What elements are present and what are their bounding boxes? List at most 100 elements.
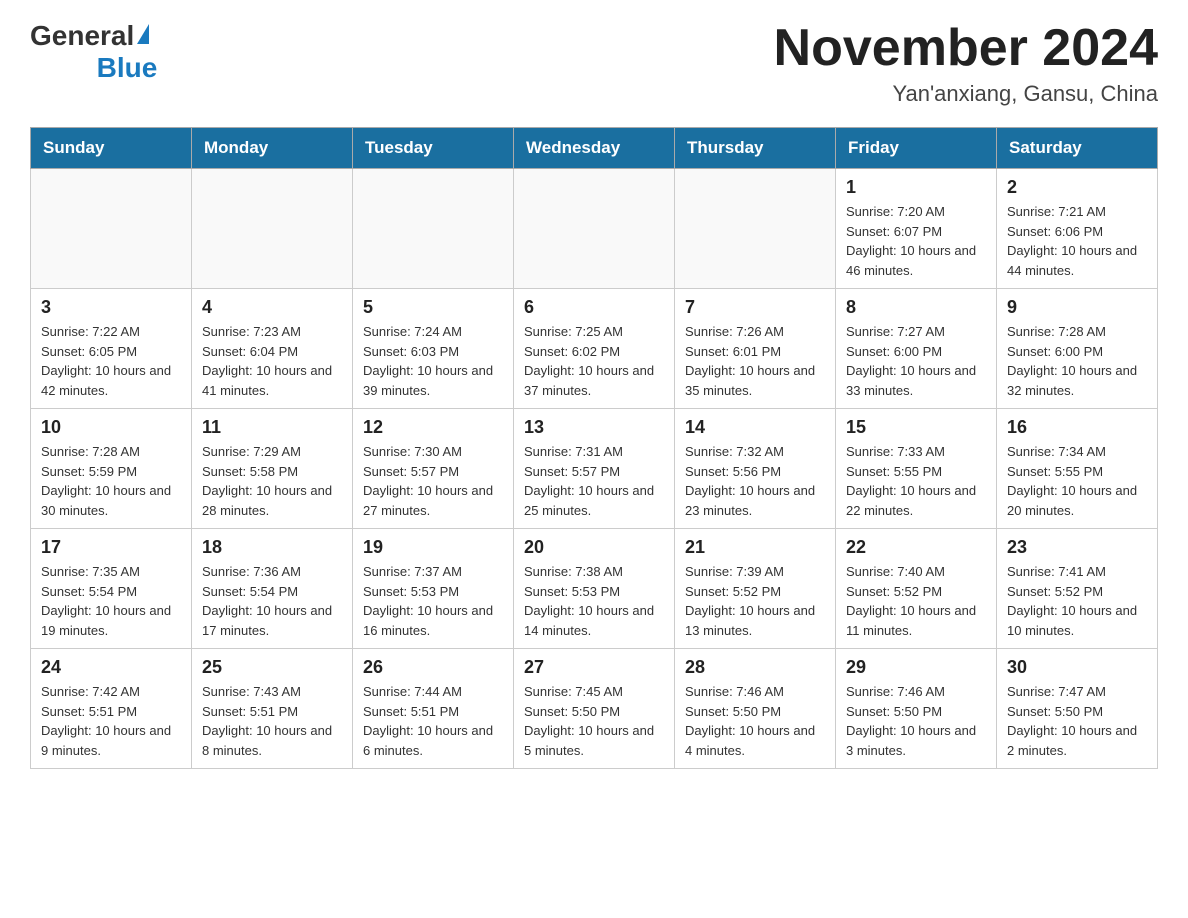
calendar-cell: 5Sunrise: 7:24 AM Sunset: 6:03 PM Daylig… xyxy=(353,289,514,409)
day-number: 10 xyxy=(41,417,181,438)
day-info: Sunrise: 7:25 AM Sunset: 6:02 PM Dayligh… xyxy=(524,322,664,400)
day-info: Sunrise: 7:31 AM Sunset: 5:57 PM Dayligh… xyxy=(524,442,664,520)
day-number: 1 xyxy=(846,177,986,198)
calendar-cell: 23 Sunrise: 7:41 AM Sunset: 5:52 PM Dayli… xyxy=(997,529,1158,649)
calendar-cell: 29 Sunrise: 7:46 AM Sunset: 5:50 PM Dayli… xyxy=(836,649,997,769)
day-info: Sunrise: 7:38 AM Sunset: 5:53 PM Dayligh… xyxy=(524,562,664,640)
day-number: 22 xyxy=(846,537,986,558)
day-info: Sunrise: 7:27 AM Sunset: 6:00 PM Dayligh… xyxy=(846,322,986,400)
calendar-cell: 14Sunrise: 7:32 AM Sunset: 5:56 PM Dayli… xyxy=(675,409,836,529)
calendar-header-row: Sunday Monday Tuesday Wednesday Thursday… xyxy=(31,128,1158,169)
calendar-cell: 3 Sunrise: 7:22 AM Sunset: 6:05 PM Daylig… xyxy=(31,289,192,409)
col-tuesday: Tuesday xyxy=(353,128,514,169)
day-number: 2 xyxy=(1007,177,1147,198)
calendar-week-row: 24 Sunrise: 7:42 AM Sunset: 5:51 PM Dayli… xyxy=(31,649,1158,769)
calendar-cell: 24 Sunrise: 7:42 AM Sunset: 5:51 PM Dayli… xyxy=(31,649,192,769)
calendar-cell: 25 Sunrise: 7:43 AM Sunset: 5:51 PM Dayli… xyxy=(192,649,353,769)
calendar-cell xyxy=(31,169,192,289)
day-info: Sunrise: 7:29 AM Sunset: 5:58 PM Dayligh… xyxy=(202,442,342,520)
day-info: Sunrise: 7:21 AM Sunset: 6:06 PM Dayligh… xyxy=(1007,202,1147,280)
col-wednesday: Wednesday xyxy=(514,128,675,169)
day-number: 12 xyxy=(363,417,503,438)
calendar-cell: 6 Sunrise: 7:25 AM Sunset: 6:02 PM Daylig… xyxy=(514,289,675,409)
calendar-cell: 4 Sunrise: 7:23 AM Sunset: 6:04 PM Daylig… xyxy=(192,289,353,409)
day-number: 8 xyxy=(846,297,986,318)
day-info: Sunrise: 7:26 AM Sunset: 6:01 PM Dayligh… xyxy=(685,322,825,400)
calendar-table: Sunday Monday Tuesday Wednesday Thursday… xyxy=(30,127,1158,769)
day-number: 29 xyxy=(846,657,986,678)
calendar-cell: 22 Sunrise: 7:40 AM Sunset: 5:52 PM Dayli… xyxy=(836,529,997,649)
day-info: Sunrise: 7:30 AM Sunset: 5:57 PM Dayligh… xyxy=(363,442,503,520)
day-info: Sunrise: 7:37 AM Sunset: 5:53 PM Dayligh… xyxy=(363,562,503,640)
col-friday: Friday xyxy=(836,128,997,169)
calendar-cell: 19 Sunrise: 7:37 AM Sunset: 5:53 PM Dayli… xyxy=(353,529,514,649)
location-text: Yan'anxiang, Gansu, China xyxy=(774,81,1158,107)
day-number: 7 xyxy=(685,297,825,318)
day-number: 23 xyxy=(1007,537,1147,558)
day-info: Sunrise: 7:28 AM Sunset: 6:00 PM Dayligh… xyxy=(1007,322,1147,400)
day-info: Sunrise: 7:46 AM Sunset: 5:50 PM Dayligh… xyxy=(846,682,986,760)
day-info: Sunrise: 7:33 AM Sunset: 5:55 PM Dayligh… xyxy=(846,442,986,520)
calendar-cell: 21 Sunrise: 7:39 AM Sunset: 5:52 PM Dayli… xyxy=(675,529,836,649)
day-info: Sunrise: 7:35 AM Sunset: 5:54 PM Dayligh… xyxy=(41,562,181,640)
calendar-cell: 10 Sunrise: 7:28 AM Sunset: 5:59 PM Dayli… xyxy=(31,409,192,529)
day-info: Sunrise: 7:39 AM Sunset: 5:52 PM Dayligh… xyxy=(685,562,825,640)
day-info: Sunrise: 7:28 AM Sunset: 5:59 PM Dayligh… xyxy=(41,442,181,520)
logo-blue-text: Blue xyxy=(38,52,157,84)
calendar-cell: 15 Sunrise: 7:33 AM Sunset: 5:55 PM Dayli… xyxy=(836,409,997,529)
calendar-cell: 20Sunrise: 7:38 AM Sunset: 5:53 PM Dayli… xyxy=(514,529,675,649)
calendar-cell: 18Sunrise: 7:36 AM Sunset: 5:54 PM Dayli… xyxy=(192,529,353,649)
day-info: Sunrise: 7:44 AM Sunset: 5:51 PM Dayligh… xyxy=(363,682,503,760)
day-info: Sunrise: 7:42 AM Sunset: 5:51 PM Dayligh… xyxy=(41,682,181,760)
day-info: Sunrise: 7:43 AM Sunset: 5:51 PM Dayligh… xyxy=(202,682,342,760)
day-info: Sunrise: 7:24 AM Sunset: 6:03 PM Dayligh… xyxy=(363,322,503,400)
day-info: Sunrise: 7:41 AM Sunset: 5:52 PM Dayligh… xyxy=(1007,562,1147,640)
day-number: 19 xyxy=(363,537,503,558)
day-info: Sunrise: 7:34 AM Sunset: 5:55 PM Dayligh… xyxy=(1007,442,1147,520)
day-number: 9 xyxy=(1007,297,1147,318)
day-number: 3 xyxy=(41,297,181,318)
calendar-cell: 11 Sunrise: 7:29 AM Sunset: 5:58 PM Dayli… xyxy=(192,409,353,529)
day-info: Sunrise: 7:46 AM Sunset: 5:50 PM Dayligh… xyxy=(685,682,825,760)
day-number: 26 xyxy=(363,657,503,678)
calendar-cell: 17 Sunrise: 7:35 AM Sunset: 5:54 PM Dayli… xyxy=(31,529,192,649)
day-number: 11 xyxy=(202,417,342,438)
day-number: 21 xyxy=(685,537,825,558)
calendar-week-row: 10 Sunrise: 7:28 AM Sunset: 5:59 PM Dayli… xyxy=(31,409,1158,529)
day-number: 27 xyxy=(524,657,664,678)
day-info: Sunrise: 7:32 AM Sunset: 5:56 PM Dayligh… xyxy=(685,442,825,520)
day-number: 28 xyxy=(685,657,825,678)
calendar-cell: 7 Sunrise: 7:26 AM Sunset: 6:01 PM Daylig… xyxy=(675,289,836,409)
day-info: Sunrise: 7:40 AM Sunset: 5:52 PM Dayligh… xyxy=(846,562,986,640)
col-thursday: Thursday xyxy=(675,128,836,169)
calendar-cell xyxy=(192,169,353,289)
calendar-cell xyxy=(675,169,836,289)
col-saturday: Saturday xyxy=(997,128,1158,169)
calendar-cell xyxy=(514,169,675,289)
day-info: Sunrise: 7:23 AM Sunset: 6:04 PM Dayligh… xyxy=(202,322,342,400)
day-number: 4 xyxy=(202,297,342,318)
col-monday: Monday xyxy=(192,128,353,169)
calendar-week-row: 1Sunrise: 7:20 AM Sunset: 6:07 PM Daylig… xyxy=(31,169,1158,289)
day-info: Sunrise: 7:36 AM Sunset: 5:54 PM Dayligh… xyxy=(202,562,342,640)
calendar-cell: 13Sunrise: 7:31 AM Sunset: 5:57 PM Dayli… xyxy=(514,409,675,529)
logo: General Blue xyxy=(30,20,149,84)
calendar-cell xyxy=(353,169,514,289)
day-number: 6 xyxy=(524,297,664,318)
month-title: November 2024 xyxy=(774,20,1158,77)
page-header: General Blue November 2024 Yan'anxiang, … xyxy=(30,20,1158,107)
day-number: 24 xyxy=(41,657,181,678)
calendar-cell: 28 Sunrise: 7:46 AM Sunset: 5:50 PM Dayli… xyxy=(675,649,836,769)
calendar-cell: 9 Sunrise: 7:28 AM Sunset: 6:00 PM Daylig… xyxy=(997,289,1158,409)
calendar-cell: 30 Sunrise: 7:47 AM Sunset: 5:50 PM Dayli… xyxy=(997,649,1158,769)
day-info: Sunrise: 7:47 AM Sunset: 5:50 PM Dayligh… xyxy=(1007,682,1147,760)
day-number: 25 xyxy=(202,657,342,678)
calendar-week-row: 3 Sunrise: 7:22 AM Sunset: 6:05 PM Daylig… xyxy=(31,289,1158,409)
day-info: Sunrise: 7:22 AM Sunset: 6:05 PM Dayligh… xyxy=(41,322,181,400)
day-number: 30 xyxy=(1007,657,1147,678)
day-info: Sunrise: 7:45 AM Sunset: 5:50 PM Dayligh… xyxy=(524,682,664,760)
day-number: 15 xyxy=(846,417,986,438)
calendar-cell: 8 Sunrise: 7:27 AM Sunset: 6:00 PM Daylig… xyxy=(836,289,997,409)
title-section: November 2024 Yan'anxiang, Gansu, China xyxy=(774,20,1158,107)
day-number: 17 xyxy=(41,537,181,558)
